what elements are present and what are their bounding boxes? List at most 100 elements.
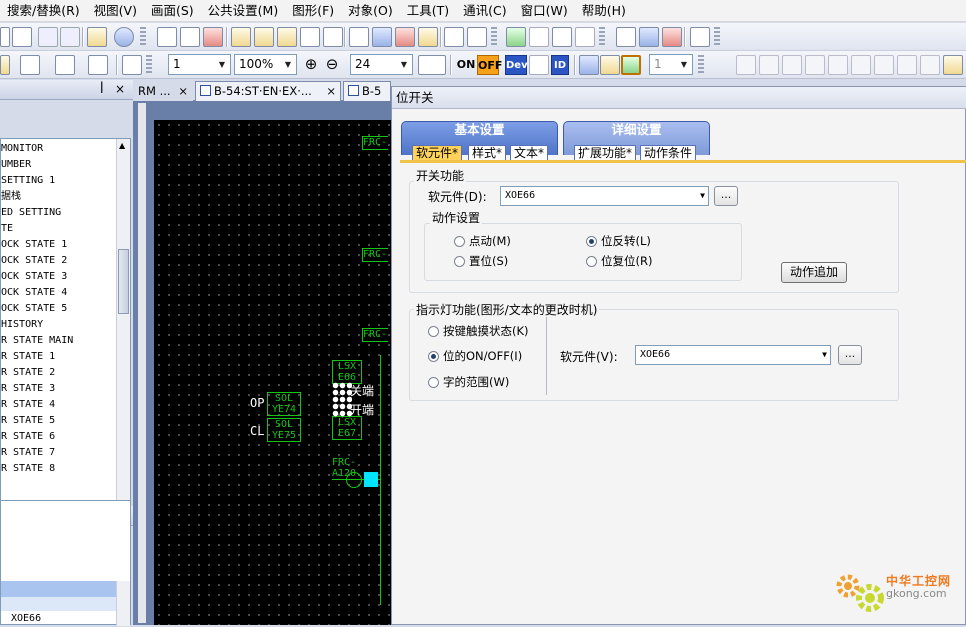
order-icon[interactable]: [395, 27, 415, 47]
align-top-icon[interactable]: [805, 55, 825, 75]
tree-item[interactable]: R STATE 7: [1, 445, 117, 461]
toolbar-grip[interactable]: [491, 27, 497, 47]
lamp-device-browse-button[interactable]: ...: [838, 345, 862, 365]
tree-item[interactable]: OCK STATE 4: [1, 285, 117, 301]
undo-icon[interactable]: [38, 27, 58, 47]
sol-ye74-lamp[interactable]: SOL YE74: [267, 392, 301, 416]
tree-item[interactable]: OCK STATE 5: [1, 301, 117, 317]
align-right-icon[interactable]: [782, 55, 802, 75]
doc-tab-2[interactable]: B-54:ST·EN·EX·... ×: [195, 81, 341, 101]
align-center-icon[interactable]: [759, 55, 779, 75]
zoom-in-icon[interactable]: ⊕: [301, 55, 321, 75]
menu-tools[interactable]: 工具(T): [400, 0, 456, 22]
lsx-e66-lamp[interactable]: LSX E66: [332, 360, 362, 384]
tree-item[interactable]: R STATE 4: [1, 397, 117, 413]
rectangle-icon[interactable]: [55, 55, 75, 75]
align-left-icon[interactable]: [736, 55, 756, 75]
menu-object[interactable]: 对象(O): [341, 0, 400, 22]
radio-key-touch[interactable]: 按键触摸状态(K): [428, 323, 529, 339]
tree-item[interactable]: MONITOR: [1, 141, 117, 157]
zoom-select[interactable]: 100% ▼: [234, 54, 297, 75]
list-scrollbar[interactable]: [116, 581, 130, 626]
zoom-out-icon[interactable]: ⊖: [322, 55, 342, 75]
copy-icon[interactable]: [0, 27, 10, 47]
data-view-icon[interactable]: [300, 27, 320, 47]
tree-item[interactable]: R STATE 3: [1, 381, 117, 397]
menu-screen[interactable]: 画面(S): [144, 0, 201, 22]
frc-lamp-2[interactable]: FRC-: [362, 248, 388, 262]
comment-icon[interactable]: [897, 55, 917, 75]
tree-item[interactable]: R STATE 6: [1, 429, 117, 445]
search-device-icon[interactable]: [552, 27, 572, 47]
transfer-in-icon[interactable]: [616, 27, 636, 47]
layer-front-icon[interactable]: [579, 55, 599, 75]
device-field[interactable]: XOE66 ▼: [500, 186, 709, 206]
dev-alt-icon[interactable]: [529, 55, 549, 75]
radio-momentary[interactable]: 点动(M): [454, 233, 511, 249]
align-middle-icon[interactable]: [828, 55, 848, 75]
tree-scrollbar[interactable]: ▲ ▼: [116, 139, 130, 555]
tree-item[interactable]: R STATE MAIN: [1, 333, 117, 349]
sol-ye75-lamp[interactable]: SOL YE75: [267, 418, 301, 442]
open-end-label[interactable]: 关端: [350, 384, 374, 398]
library-icon[interactable]: [231, 27, 251, 47]
book-icon[interactable]: [254, 27, 274, 47]
parts-icon[interactable]: [277, 27, 297, 47]
distribute-icon[interactable]: [874, 55, 894, 75]
layer-back-icon[interactable]: [600, 55, 620, 75]
screen-new-icon[interactable]: [157, 27, 177, 47]
tree-item[interactable]: R STATE 2: [1, 365, 117, 381]
radio-set[interactable]: 置位(S): [454, 253, 508, 269]
list-row[interactable]: [1, 597, 116, 611]
toolbar-grip[interactable]: [140, 27, 146, 47]
pin-icon[interactable]: ꟾ: [100, 82, 104, 96]
tree-item[interactable]: OCK STATE 2: [1, 253, 117, 269]
close-icon[interactable]: ×: [326, 82, 336, 100]
verify-icon[interactable]: [662, 27, 682, 47]
screen-close-icon[interactable]: [203, 27, 223, 47]
object-icon[interactable]: [418, 27, 438, 47]
add-icon[interactable]: [943, 55, 963, 75]
figure-icon[interactable]: [0, 55, 10, 75]
toolbar-grip[interactable]: [599, 27, 605, 47]
write-icon[interactable]: [575, 27, 595, 47]
doc-tab-1[interactable]: RM ... ×: [133, 81, 193, 101]
simulate-icon[interactable]: [506, 27, 526, 47]
menu-figure[interactable]: 图形(F): [285, 0, 341, 22]
line-width-select[interactable]: 1 ▼: [168, 54, 231, 75]
frc-lamp-3[interactable]: FRC-: [362, 328, 388, 342]
tree-item[interactable]: OCK STATE 1: [1, 237, 117, 253]
menu-help[interactable]: 帮助(H): [575, 0, 633, 22]
tree-item[interactable]: R STATE 8: [1, 461, 117, 477]
indicator-cyan[interactable]: [364, 472, 378, 487]
options-icon[interactable]: [690, 27, 710, 47]
pattern-icon[interactable]: [20, 55, 40, 75]
grid-icon[interactable]: [418, 55, 446, 75]
doc-tab-3[interactable]: B-5: [343, 81, 391, 101]
radio-alternate[interactable]: 位反转(L): [586, 233, 651, 249]
state-number-select[interactable]: 1 ▼: [649, 54, 693, 75]
tree-item[interactable]: ED SETTING: [1, 205, 117, 221]
lamp-device-field[interactable]: XOE66 ▼: [635, 345, 831, 365]
tree-item[interactable]: 据栈: [1, 189, 117, 205]
property-icon[interactable]: [323, 27, 343, 47]
tree-item[interactable]: OCK STATE 3: [1, 269, 117, 285]
transfer-out-icon[interactable]: [639, 27, 659, 47]
ungroup-icon[interactable]: [372, 27, 392, 47]
abc-spell-icon[interactable]: [467, 27, 487, 47]
font-size-select[interactable]: 24 ▼: [350, 54, 413, 75]
lsx-e67-lamp[interactable]: LSX E67: [332, 416, 362, 440]
group-icon[interactable]: [349, 27, 369, 47]
menu-window[interactable]: 窗口(W): [514, 0, 575, 22]
radio-reset[interactable]: 位复位(R): [586, 253, 652, 269]
tree-item[interactable]: TE: [1, 221, 117, 237]
radio-bit-onoff[interactable]: 位的ON/OFF(I): [428, 348, 522, 364]
zoom-frame-icon[interactable]: [122, 55, 142, 75]
scroll-up-icon[interactable]: ▲: [119, 141, 125, 150]
select-pointer-icon[interactable]: [87, 27, 107, 47]
device-list-icon[interactable]: [444, 27, 464, 47]
close-icon[interactable]: ×: [178, 82, 188, 100]
paste-icon[interactable]: [12, 27, 32, 47]
toolbar-grip[interactable]: [698, 55, 704, 75]
selection-handles[interactable]: [332, 382, 352, 418]
